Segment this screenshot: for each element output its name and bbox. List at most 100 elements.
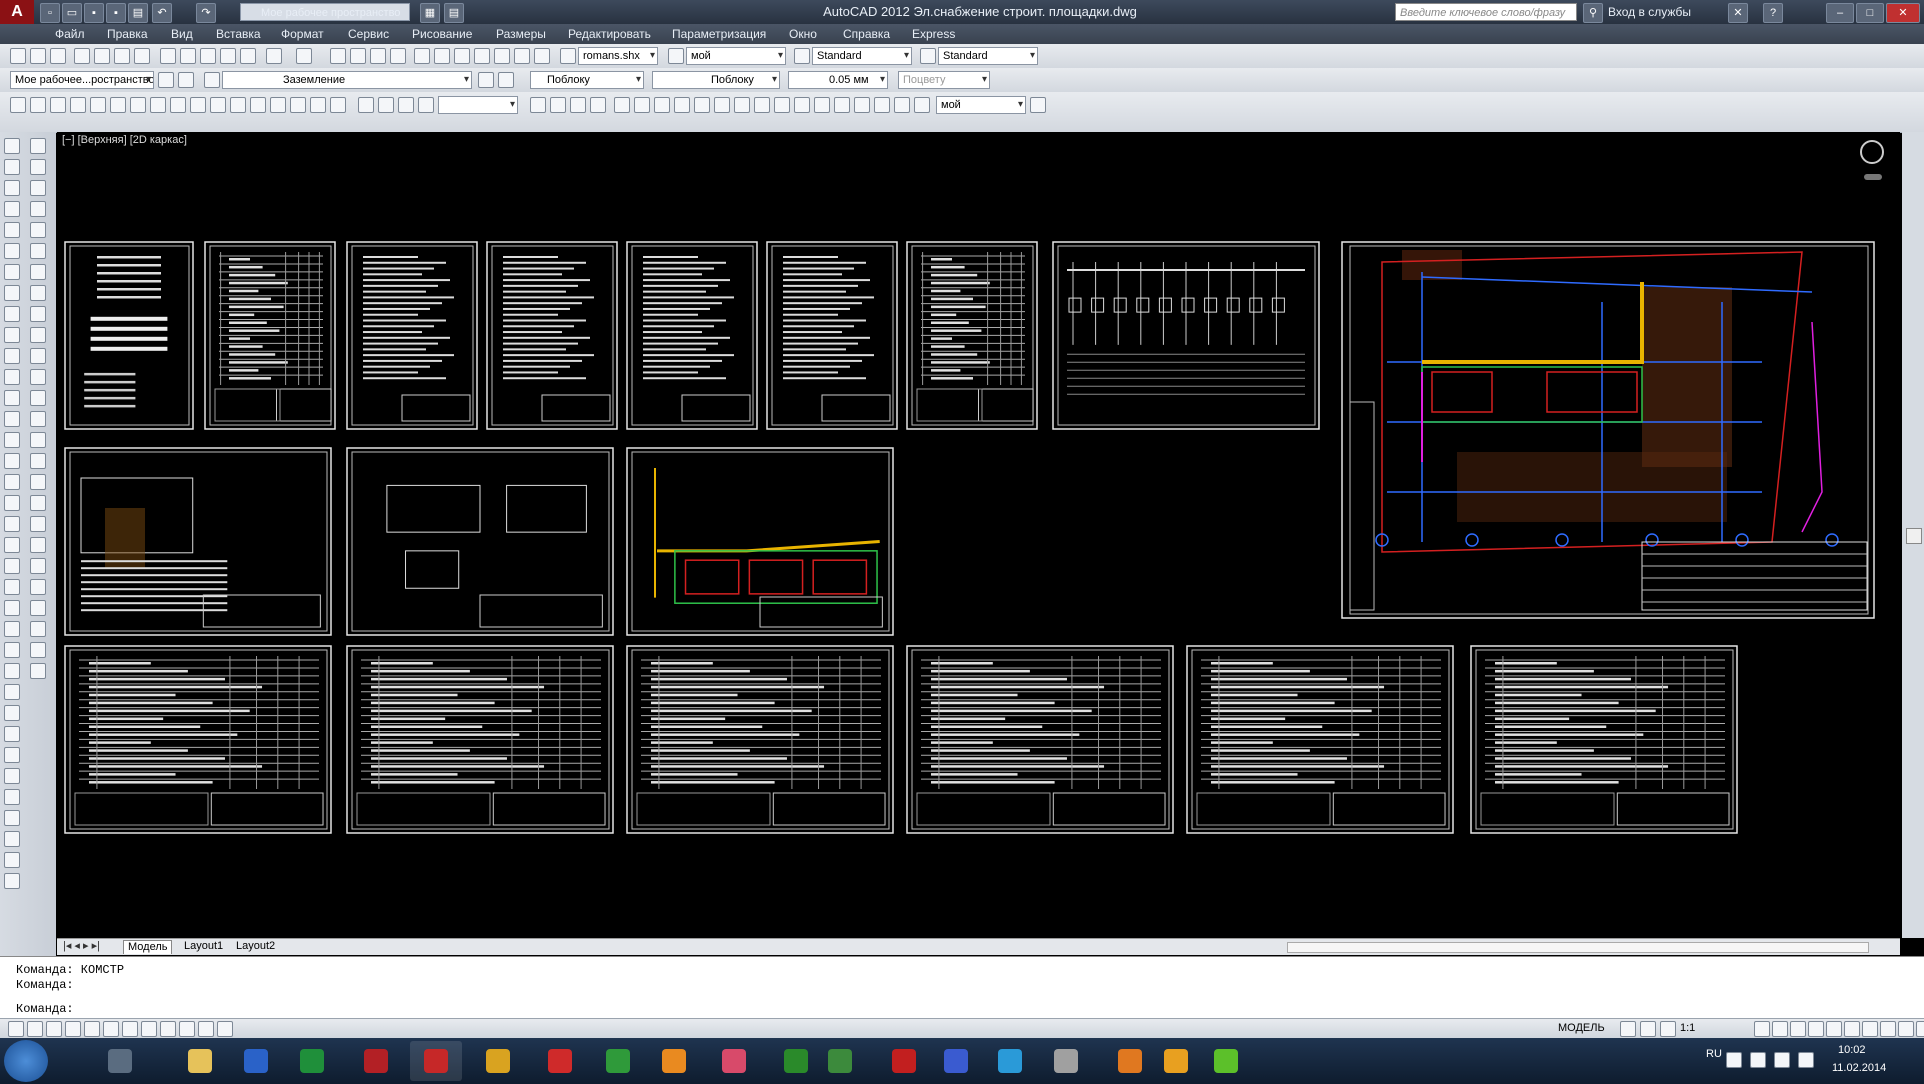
status-tray-icon-6[interactable] xyxy=(1808,1021,1824,1037)
dim-tool-icon-b18[interactable] xyxy=(894,97,910,113)
layer-properties-icon[interactable] xyxy=(178,72,194,88)
status-tray-icon-10[interactable] xyxy=(1880,1021,1896,1037)
menu-view[interactable]: Вид xyxy=(171,27,193,41)
draw-tool-icon-16[interactable] xyxy=(4,474,20,490)
draw-tool-icon-15[interactable] xyxy=(4,453,20,469)
dim-tool-icon-b2[interactable] xyxy=(570,97,586,113)
dim-tool-icon-b13[interactable] xyxy=(794,97,810,113)
dim-tool-icon-b5[interactable] xyxy=(634,97,650,113)
draw-tool-icon-5[interactable] xyxy=(4,243,20,259)
lineweight-select[interactable]: 0.05 мм xyxy=(788,71,888,89)
status-toggle-icon-4[interactable] xyxy=(84,1021,100,1037)
draw-tool-icon-33[interactable] xyxy=(4,831,20,847)
pan-icon[interactable] xyxy=(330,48,346,64)
minimize-icon[interactable]: – xyxy=(1826,3,1854,23)
open-icon[interactable] xyxy=(30,48,46,64)
help-icon[interactable]: ? xyxy=(1763,3,1783,23)
clock-time[interactable]: 10:02 xyxy=(1838,1044,1866,1056)
draw-tool-icon-28[interactable] xyxy=(4,726,20,742)
dim-style-icon[interactable] xyxy=(668,48,684,64)
tab-model[interactable]: Модель xyxy=(123,940,173,954)
draw-tool-icon-12[interactable] xyxy=(4,390,20,406)
draw-tool-icon-24[interactable] xyxy=(4,642,20,658)
draw-tool-icon-35[interactable] xyxy=(4,873,20,889)
text-style-icon[interactable] xyxy=(560,48,576,64)
close-icon[interactable]: ✕ xyxy=(1886,3,1920,23)
taskbar-app-12[interactable] xyxy=(814,1041,866,1081)
modify-tool-icon-20[interactable] xyxy=(30,558,46,574)
text-style-select[interactable]: romans.shx xyxy=(578,47,658,65)
status-tray-icon-7[interactable] xyxy=(1826,1021,1842,1037)
draw-tool-icon-34[interactable] xyxy=(4,852,20,868)
block-editor-icon[interactable] xyxy=(240,48,256,64)
sheet-set-icon[interactable] xyxy=(474,48,490,64)
dim-tool-icon-b0[interactable] xyxy=(530,97,546,113)
draw-tool-icon-11[interactable] xyxy=(4,369,20,385)
status-tray-icon-5[interactable] xyxy=(1790,1021,1806,1037)
status-tray-icon-8[interactable] xyxy=(1844,1021,1860,1037)
menu-window[interactable]: Окно xyxy=(789,27,817,41)
draw-tool-icon-17[interactable] xyxy=(4,495,20,511)
modify-tool-icon-13[interactable] xyxy=(30,411,46,427)
taskbar-app-19[interactable] xyxy=(1200,1041,1252,1081)
view-select[interactable] xyxy=(438,96,518,114)
modify-tool-icon-15[interactable] xyxy=(30,453,46,469)
dim-tool-icon-b1[interactable] xyxy=(550,97,566,113)
dim-tool-icon-b10[interactable] xyxy=(734,97,750,113)
modify-tool-icon-7[interactable] xyxy=(30,285,46,301)
dim-tool-icon-13[interactable] xyxy=(270,97,286,113)
quick-print-icon[interactable]: ▤ xyxy=(128,3,148,23)
command-window[interactable]: Команда: КОМСТР Команда: Команда: xyxy=(0,956,1924,1019)
draw-tool-icon-10[interactable] xyxy=(4,348,20,364)
draw-tool-icon-3[interactable] xyxy=(4,201,20,217)
design-center-icon[interactable] xyxy=(434,48,450,64)
modify-tool-icon-16[interactable] xyxy=(30,474,46,490)
taskbar-app-14[interactable] xyxy=(930,1041,982,1081)
status-tray-icon-3[interactable] xyxy=(1754,1021,1770,1037)
draw-tool-icon-6[interactable] xyxy=(4,264,20,280)
dim-tool-icon-8[interactable] xyxy=(170,97,186,113)
modify-tool-icon-11[interactable] xyxy=(30,369,46,385)
draw-tool-icon-13[interactable] xyxy=(4,411,20,427)
3d-dwf-icon[interactable] xyxy=(134,48,150,64)
modify-tool-icon-0[interactable] xyxy=(30,138,46,154)
taskbar-app-9[interactable] xyxy=(648,1041,700,1081)
modify-tool-icon-21[interactable] xyxy=(30,579,46,595)
mleader-style-icon[interactable] xyxy=(920,48,936,64)
clock-date[interactable]: 11.02.2014 xyxy=(1832,1062,1886,1074)
modify-tool-icon-10[interactable] xyxy=(30,348,46,364)
menu-draw[interactable]: Рисование xyxy=(412,27,472,41)
dim-tool-icon-b15[interactable] xyxy=(834,97,850,113)
modify-tool-icon-9[interactable] xyxy=(30,327,46,343)
draw-tool-icon-22[interactable] xyxy=(4,600,20,616)
autocad-logo-icon[interactable]: A xyxy=(0,0,34,24)
dim-style-select[interactable]: мой xyxy=(686,47,786,65)
taskbar-app-4[interactable] xyxy=(350,1041,402,1081)
dim-tool-icon-9[interactable] xyxy=(190,97,206,113)
menu-dimension[interactable]: Размеры xyxy=(496,27,546,41)
status-toggle-icon-7[interactable] xyxy=(141,1021,157,1037)
model-space-label[interactable]: МОДЕЛЬ xyxy=(1558,1022,1605,1034)
modify-tool-icon-3[interactable] xyxy=(30,201,46,217)
dim-tool-icon-b17[interactable] xyxy=(874,97,890,113)
command-prompt[interactable]: Команда: xyxy=(16,1002,74,1016)
dim-tool-icon-b16[interactable] xyxy=(854,97,870,113)
draw-tool-icon-4[interactable] xyxy=(4,222,20,238)
quick-save-icon[interactable]: ▪ xyxy=(84,3,104,23)
table-style-icon[interactable] xyxy=(794,48,810,64)
draw-tool-icon-31[interactable] xyxy=(4,789,20,805)
modify-tool-icon-4[interactable] xyxy=(30,222,46,238)
tab-layout2[interactable]: Layout2 xyxy=(232,940,279,953)
dim-tool-icon-0[interactable] xyxy=(10,97,26,113)
dim-tool-icon-12[interactable] xyxy=(250,97,266,113)
status-tray-icon-12[interactable] xyxy=(1916,1021,1924,1037)
tab-nav-arrows[interactable]: |◂ ◂ ▸ ▸| xyxy=(59,940,104,953)
taskbar-app-7[interactable] xyxy=(534,1041,586,1081)
dim-tool-icon-20[interactable] xyxy=(418,97,434,113)
quick-print2-icon[interactable]: ▤ xyxy=(444,3,464,23)
draw-tool-icon-8[interactable] xyxy=(4,306,20,322)
taskbar-app-16[interactable] xyxy=(1040,1041,1092,1081)
modify-tool-icon-17[interactable] xyxy=(30,495,46,511)
navbar-handle[interactable] xyxy=(1864,174,1882,180)
modify-tool-icon-23[interactable] xyxy=(30,621,46,637)
